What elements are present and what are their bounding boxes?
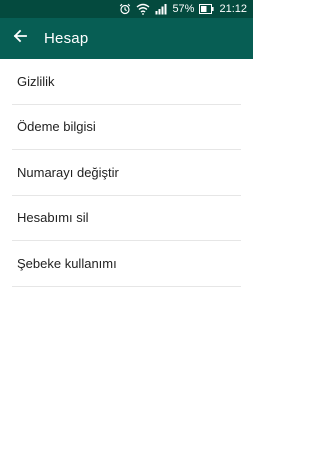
list-item-label: Numarayı değiştir bbox=[17, 164, 119, 180]
list-item-privacy[interactable]: Gizlilik bbox=[12, 59, 241, 105]
signal-icon bbox=[155, 3, 167, 15]
list-item-label: Ödeme bilgisi bbox=[17, 119, 96, 135]
list-item-delete-account[interactable]: Hesabımı sil bbox=[12, 196, 241, 241]
list-item-label: Hesabımı sil bbox=[17, 210, 89, 226]
battery-percent: 57% bbox=[172, 3, 195, 15]
list-item-change-number[interactable]: Numarayı değiştir bbox=[12, 150, 241, 196]
back-arrow-icon bbox=[13, 29, 27, 48]
list-item-payment-info[interactable]: Ödeme bilgisi bbox=[12, 105, 241, 150]
alarm-icon bbox=[119, 3, 131, 15]
back-button[interactable] bbox=[2, 18, 38, 59]
status-bar: 57% 21:12 bbox=[0, 0, 253, 18]
page-title: Hesap bbox=[44, 30, 89, 47]
battery-icon bbox=[199, 4, 215, 14]
wifi-icon bbox=[136, 3, 150, 15]
list-item-network-usage[interactable]: Şebeke kullanımı bbox=[12, 241, 241, 287]
app-bar: Hesap bbox=[0, 18, 253, 59]
list-item-label: Gizlilik bbox=[17, 73, 55, 89]
clock-time: 21:12 bbox=[219, 3, 247, 15]
settings-list: Gizlilik Ödeme bilgisi Numarayı değiştir… bbox=[0, 59, 253, 287]
list-item-label: Şebeke kullanımı bbox=[17, 255, 117, 271]
